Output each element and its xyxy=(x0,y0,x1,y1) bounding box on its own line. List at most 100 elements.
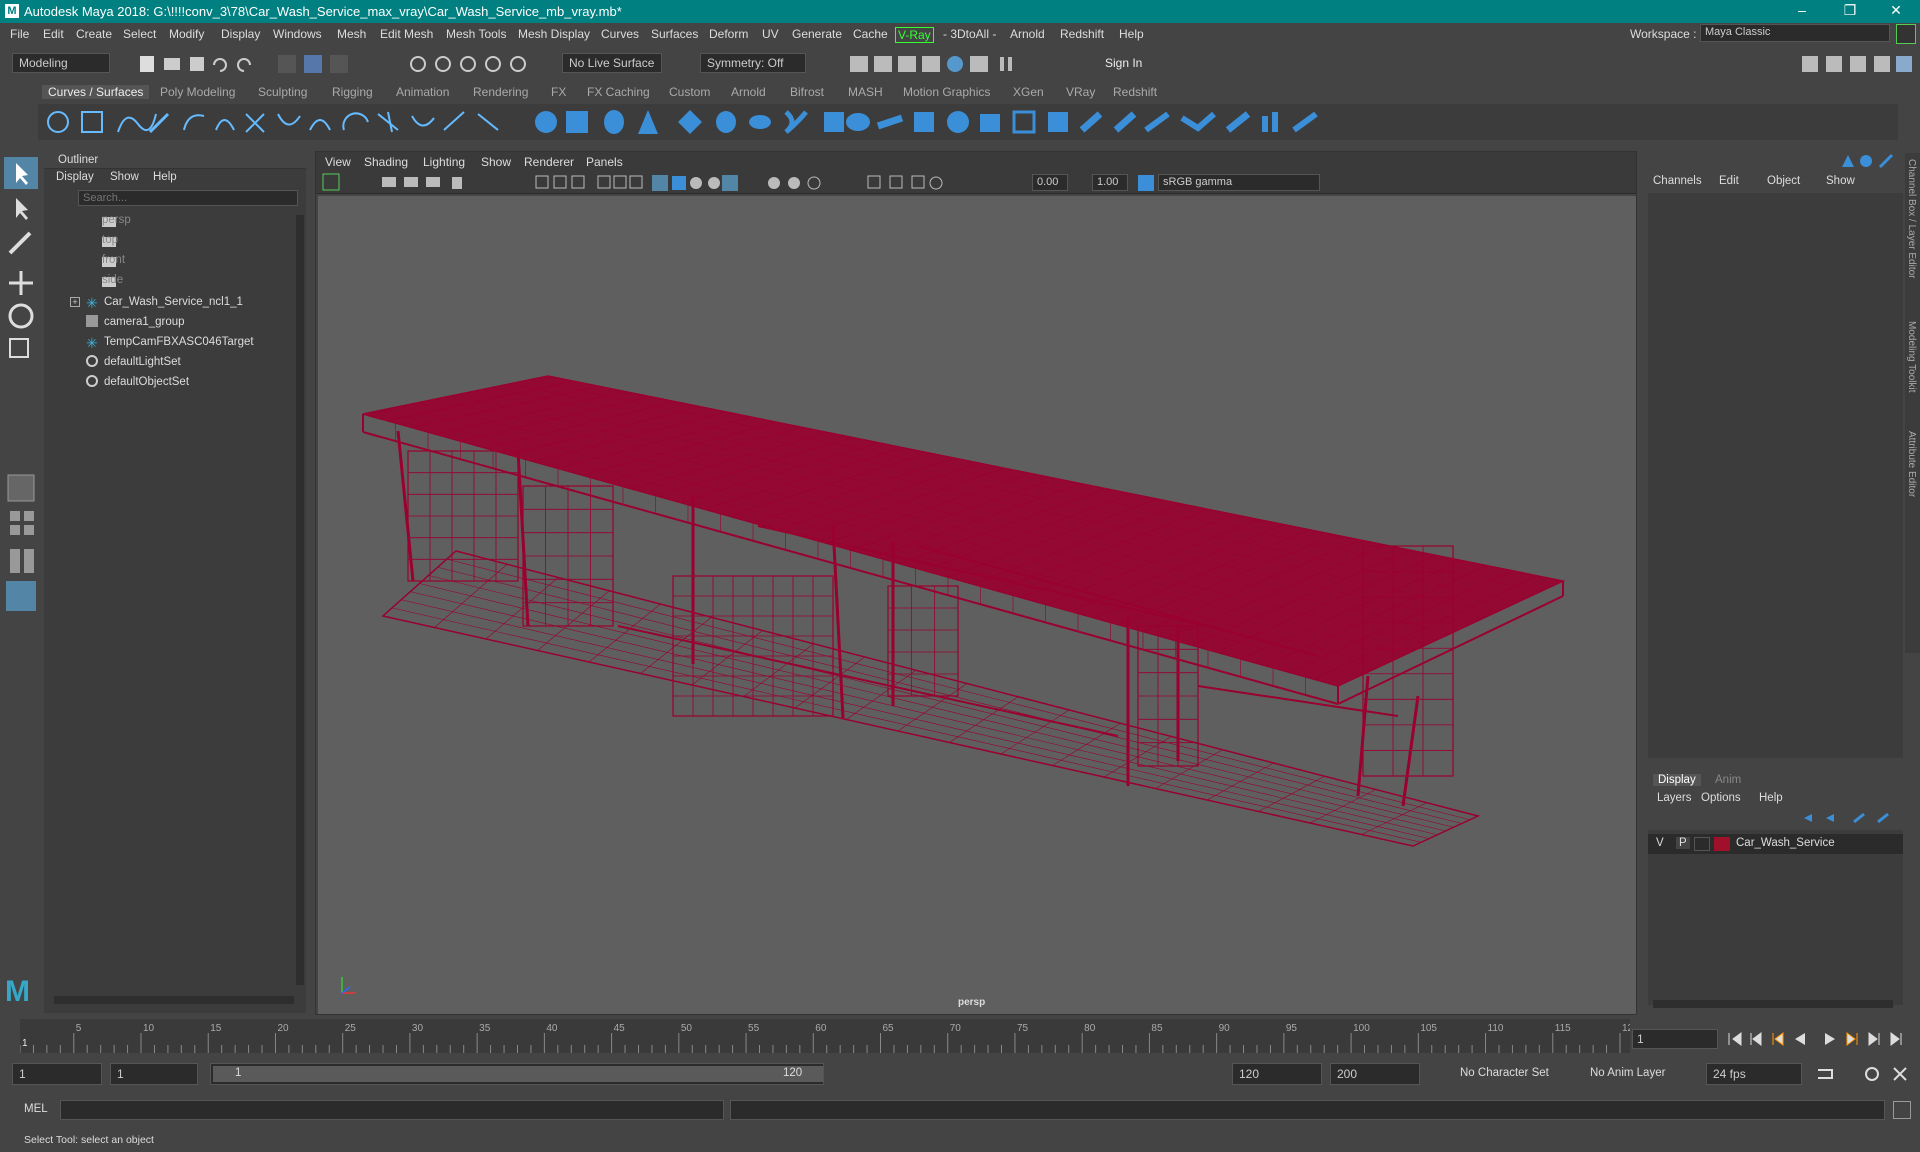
shelf-tab-custom[interactable]: Custom xyxy=(669,85,710,99)
playback-start-field[interactable]: 1 xyxy=(110,1063,198,1085)
channels-menu-channels[interactable]: Channels xyxy=(1653,175,1702,187)
menu-surfaces[interactable]: Surfaces xyxy=(651,27,698,41)
outliner-item-tempcam[interactable]: TempCamFBXASC046Target xyxy=(104,336,254,348)
exposure-field[interactable]: 0.00 xyxy=(1032,174,1068,191)
channels-menu-edit[interactable]: Edit xyxy=(1719,175,1739,187)
layer-visibility-toggle[interactable]: V xyxy=(1656,837,1664,849)
viewport-menu-show[interactable]: Show xyxy=(481,155,511,169)
shelf-tab-xgen[interactable]: XGen xyxy=(1013,85,1044,99)
menu-redshift[interactable]: Redshift xyxy=(1060,27,1104,41)
menu-3dtoall[interactable]: - 3DtoAll - xyxy=(943,27,996,41)
shelf-tab-rendering[interactable]: Rendering xyxy=(473,85,528,99)
menu-uv[interactable]: UV xyxy=(762,27,779,41)
channel-list-area[interactable] xyxy=(1648,193,1903,758)
layers-menu-options[interactable]: Options xyxy=(1701,792,1741,804)
render-icons[interactable] xyxy=(848,53,1068,75)
shelf-tab-redshift[interactable]: Redshift xyxy=(1113,85,1157,99)
menu-edit-mesh[interactable]: Edit Mesh xyxy=(380,27,433,41)
shelf-tab-mash[interactable]: MASH xyxy=(848,85,883,99)
layers-menu-help[interactable]: Help xyxy=(1759,792,1783,804)
range-extra-icons[interactable] xyxy=(1812,1064,1917,1084)
menu-mesh-display[interactable]: Mesh Display xyxy=(518,27,590,41)
viewport-toolbar-icons[interactable] xyxy=(322,172,1042,194)
side-tab-channel-box[interactable]: Channel Box / Layer Editor xyxy=(1906,159,1917,279)
command-input[interactable] xyxy=(60,1100,724,1120)
start-time-field[interactable]: 1 xyxy=(12,1063,102,1085)
workspace-dropdown[interactable]: Maya Classic xyxy=(1700,24,1890,42)
layers-tab-display[interactable]: Display xyxy=(1653,774,1701,786)
outliner-menu-display[interactable]: Display xyxy=(56,171,94,183)
menu-mesh[interactable]: Mesh xyxy=(337,27,366,41)
shelf-tab-rigging[interactable]: Rigging xyxy=(332,85,373,99)
shelf-tab-sculpting[interactable]: Sculpting xyxy=(258,85,307,99)
command-language-label[interactable]: MEL xyxy=(24,1103,48,1115)
outliner-item-camera1-group[interactable]: camera1_group xyxy=(104,316,185,328)
status-line-icons[interactable] xyxy=(138,53,558,75)
color-management-icon[interactable] xyxy=(1138,175,1154,191)
range-slider-track[interactable]: 1 120 xyxy=(210,1063,824,1085)
time-ruler[interactable]: 5 10 15 20 25 30 35 40 45 50 55 60 65 70 75 80 85 90 95 100… xyxy=(19,1019,1639,1053)
outliner-item-default-object-set[interactable]: defaultObjectSet xyxy=(104,376,189,388)
layer-playback-toggle[interactable]: P xyxy=(1676,837,1690,849)
viewport-menu-shading[interactable]: Shading xyxy=(364,155,408,169)
script-editor-icon[interactable] xyxy=(1893,1101,1911,1119)
3d-scene-view[interactable]: persp xyxy=(318,196,1636,1014)
layer-name[interactable]: Car_Wash_Service xyxy=(1736,837,1835,849)
gamma-field[interactable]: 1.00 xyxy=(1092,174,1128,191)
range-slider-bar[interactable] xyxy=(213,1066,823,1082)
live-surface-field[interactable]: No Live Surface xyxy=(562,53,662,73)
channels-menu-show[interactable]: Show xyxy=(1826,175,1855,187)
shelf-tab-bifrost[interactable]: Bifrost xyxy=(790,85,824,99)
channel-box-icons[interactable] xyxy=(1840,153,1900,169)
tool-icons[interactable]: M xyxy=(0,153,42,1123)
menu-select[interactable]: Select xyxy=(123,27,156,41)
menu-mesh-tools[interactable]: Mesh Tools xyxy=(446,27,506,41)
outliner-item-car-wash[interactable]: Car_Wash_Service_ncl1_1 xyxy=(104,296,243,308)
layer-color-swatch[interactable] xyxy=(1714,837,1730,851)
shelf-tab-animation[interactable]: Animation xyxy=(396,85,449,99)
toolbar-layout-icons[interactable] xyxy=(1800,53,1915,75)
menu-generate[interactable]: Generate xyxy=(792,27,842,41)
viewport-menu-lighting[interactable]: Lighting xyxy=(423,155,465,169)
layer-horizontal-scrollbar[interactable] xyxy=(1653,1000,1893,1008)
maximize-button[interactable]: ❐ xyxy=(1830,2,1870,19)
curve-surface-tool-icons[interactable] xyxy=(38,104,1338,140)
menu-create[interactable]: Create xyxy=(76,27,112,41)
outliner-item-top[interactable]: top xyxy=(102,234,118,246)
outliner-vertical-scrollbar[interactable] xyxy=(296,215,304,985)
playback-end-field[interactable]: 120 xyxy=(1232,1063,1322,1085)
menu-curves[interactable]: Curves xyxy=(601,27,639,41)
playback-controls[interactable] xyxy=(1725,1029,1920,1049)
menu-cache[interactable]: Cache xyxy=(853,27,888,41)
outliner-item-front[interactable]: front xyxy=(102,254,125,266)
outliner-search-input[interactable] xyxy=(78,190,298,206)
channels-menu-object[interactable]: Object xyxy=(1767,175,1800,187)
end-time-field[interactable]: 200 xyxy=(1330,1063,1420,1085)
side-tab-modeling-toolkit[interactable]: Modeling Toolkit xyxy=(1906,321,1917,393)
shelf-tab-fx[interactable]: FX xyxy=(551,85,566,99)
outliner-item-default-light-set[interactable]: defaultLightSet xyxy=(104,356,181,368)
outliner-item-persp[interactable]: persp xyxy=(102,214,131,226)
menu-arnold[interactable]: Arnold xyxy=(1010,27,1045,41)
viewport-menu-panels[interactable]: Panels xyxy=(586,155,623,169)
menu-file[interactable]: File xyxy=(10,27,29,41)
viewport-menu-view[interactable]: View xyxy=(325,155,351,169)
menu-modify[interactable]: Modify xyxy=(169,27,204,41)
menu-deform[interactable]: Deform xyxy=(709,27,748,41)
shelf-tab-poly-modeling[interactable]: Poly Modeling xyxy=(160,85,235,99)
anim-layer-dropdown[interactable]: No Anim Layer xyxy=(1590,1067,1665,1079)
shelf-tab-motion-graphics[interactable]: Motion Graphics xyxy=(903,85,990,99)
character-set-dropdown[interactable]: No Character Set xyxy=(1460,1067,1549,1079)
viewport-menu-renderer[interactable]: Renderer xyxy=(524,155,574,169)
layer-display-type[interactable] xyxy=(1694,837,1710,851)
shelf-tab-fx-caching[interactable]: FX Caching xyxy=(587,85,650,99)
menu-vray[interactable]: V-Ray xyxy=(895,27,934,43)
layer-action-icons[interactable] xyxy=(1800,810,1900,826)
outliner-menu-help[interactable]: Help xyxy=(153,171,177,183)
outliner-horizontal-scrollbar[interactable] xyxy=(54,996,294,1004)
expand-toggle[interactable]: + xyxy=(70,297,80,307)
menu-windows[interactable]: Windows xyxy=(273,27,322,41)
sign-in-button[interactable]: Sign In xyxy=(1083,54,1213,74)
layers-menu-layers[interactable]: Layers xyxy=(1657,792,1692,804)
menu-display[interactable]: Display xyxy=(221,27,260,41)
